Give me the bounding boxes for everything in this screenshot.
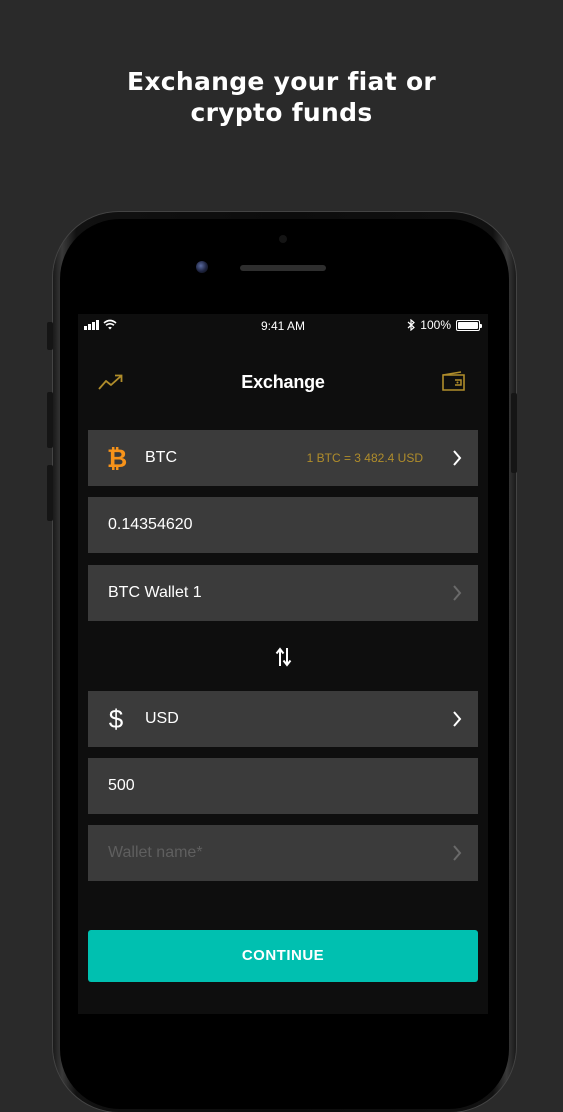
swap-arrows-icon[interactable] — [275, 645, 293, 669]
from-amount-input[interactable]: 0.14354620 — [88, 497, 478, 553]
from-wallet-name: BTC Wallet 1 — [108, 584, 202, 601]
to-currency-code: USD — [145, 710, 179, 727]
from-amount-value: 0.14354620 — [108, 516, 193, 533]
from-wallet-selector[interactable]: BTC Wallet 1 — [88, 565, 478, 621]
svg-text:$: $ — [109, 705, 124, 733]
headline-line-1: Exchange your fiat or — [126, 67, 437, 96]
headline-line-2: crypto funds — [190, 98, 373, 127]
continue-button[interactable]: CONTINUE — [88, 930, 478, 982]
page-headline: Exchange your fiat or crypto funds — [0, 66, 563, 128]
chevron-right-icon — [453, 845, 462, 861]
to-amount-value: 500 — [108, 777, 135, 794]
mute-switch — [47, 322, 53, 350]
chevron-right-icon — [453, 711, 462, 727]
earpiece-speaker — [240, 265, 326, 271]
power-button — [511, 393, 517, 473]
volume-down-button — [47, 465, 53, 521]
exchange-rate: 1 BTC = 3 482.4 USD — [306, 451, 423, 465]
dollar-icon: $ — [109, 705, 124, 733]
chevron-right-icon — [453, 585, 462, 601]
from-currency-selector[interactable]: ₿ BTC 1 BTC = 3 482.4 USD — [88, 430, 478, 486]
to-amount-input[interactable]: 500 — [88, 758, 478, 814]
to-wallet-selector[interactable]: Wallet name* — [88, 825, 478, 881]
wallet-name-placeholder: Wallet name* — [108, 844, 203, 861]
phone-screen: 9:41 AM 100% Exchange ₿ BTC 1 BTC = 3 48… — [78, 314, 488, 1014]
front-camera — [196, 261, 208, 273]
to-currency-selector[interactable]: $ USD — [88, 691, 478, 747]
bitcoin-icon: ₿ — [107, 444, 127, 472]
chevron-right-icon — [453, 450, 462, 466]
screen-title: Exchange — [241, 372, 325, 392]
volume-up-button — [47, 392, 53, 448]
wallet-icon[interactable] — [440, 370, 468, 394]
battery-percent: 100% — [420, 318, 451, 332]
svg-text:₿: ₿ — [107, 444, 127, 472]
proximity-sensor — [279, 235, 287, 243]
bluetooth-icon — [407, 319, 416, 331]
from-currency-code: BTC — [145, 449, 177, 466]
battery-icon — [456, 319, 482, 331]
status-bar: 9:41 AM 100% — [78, 314, 488, 338]
